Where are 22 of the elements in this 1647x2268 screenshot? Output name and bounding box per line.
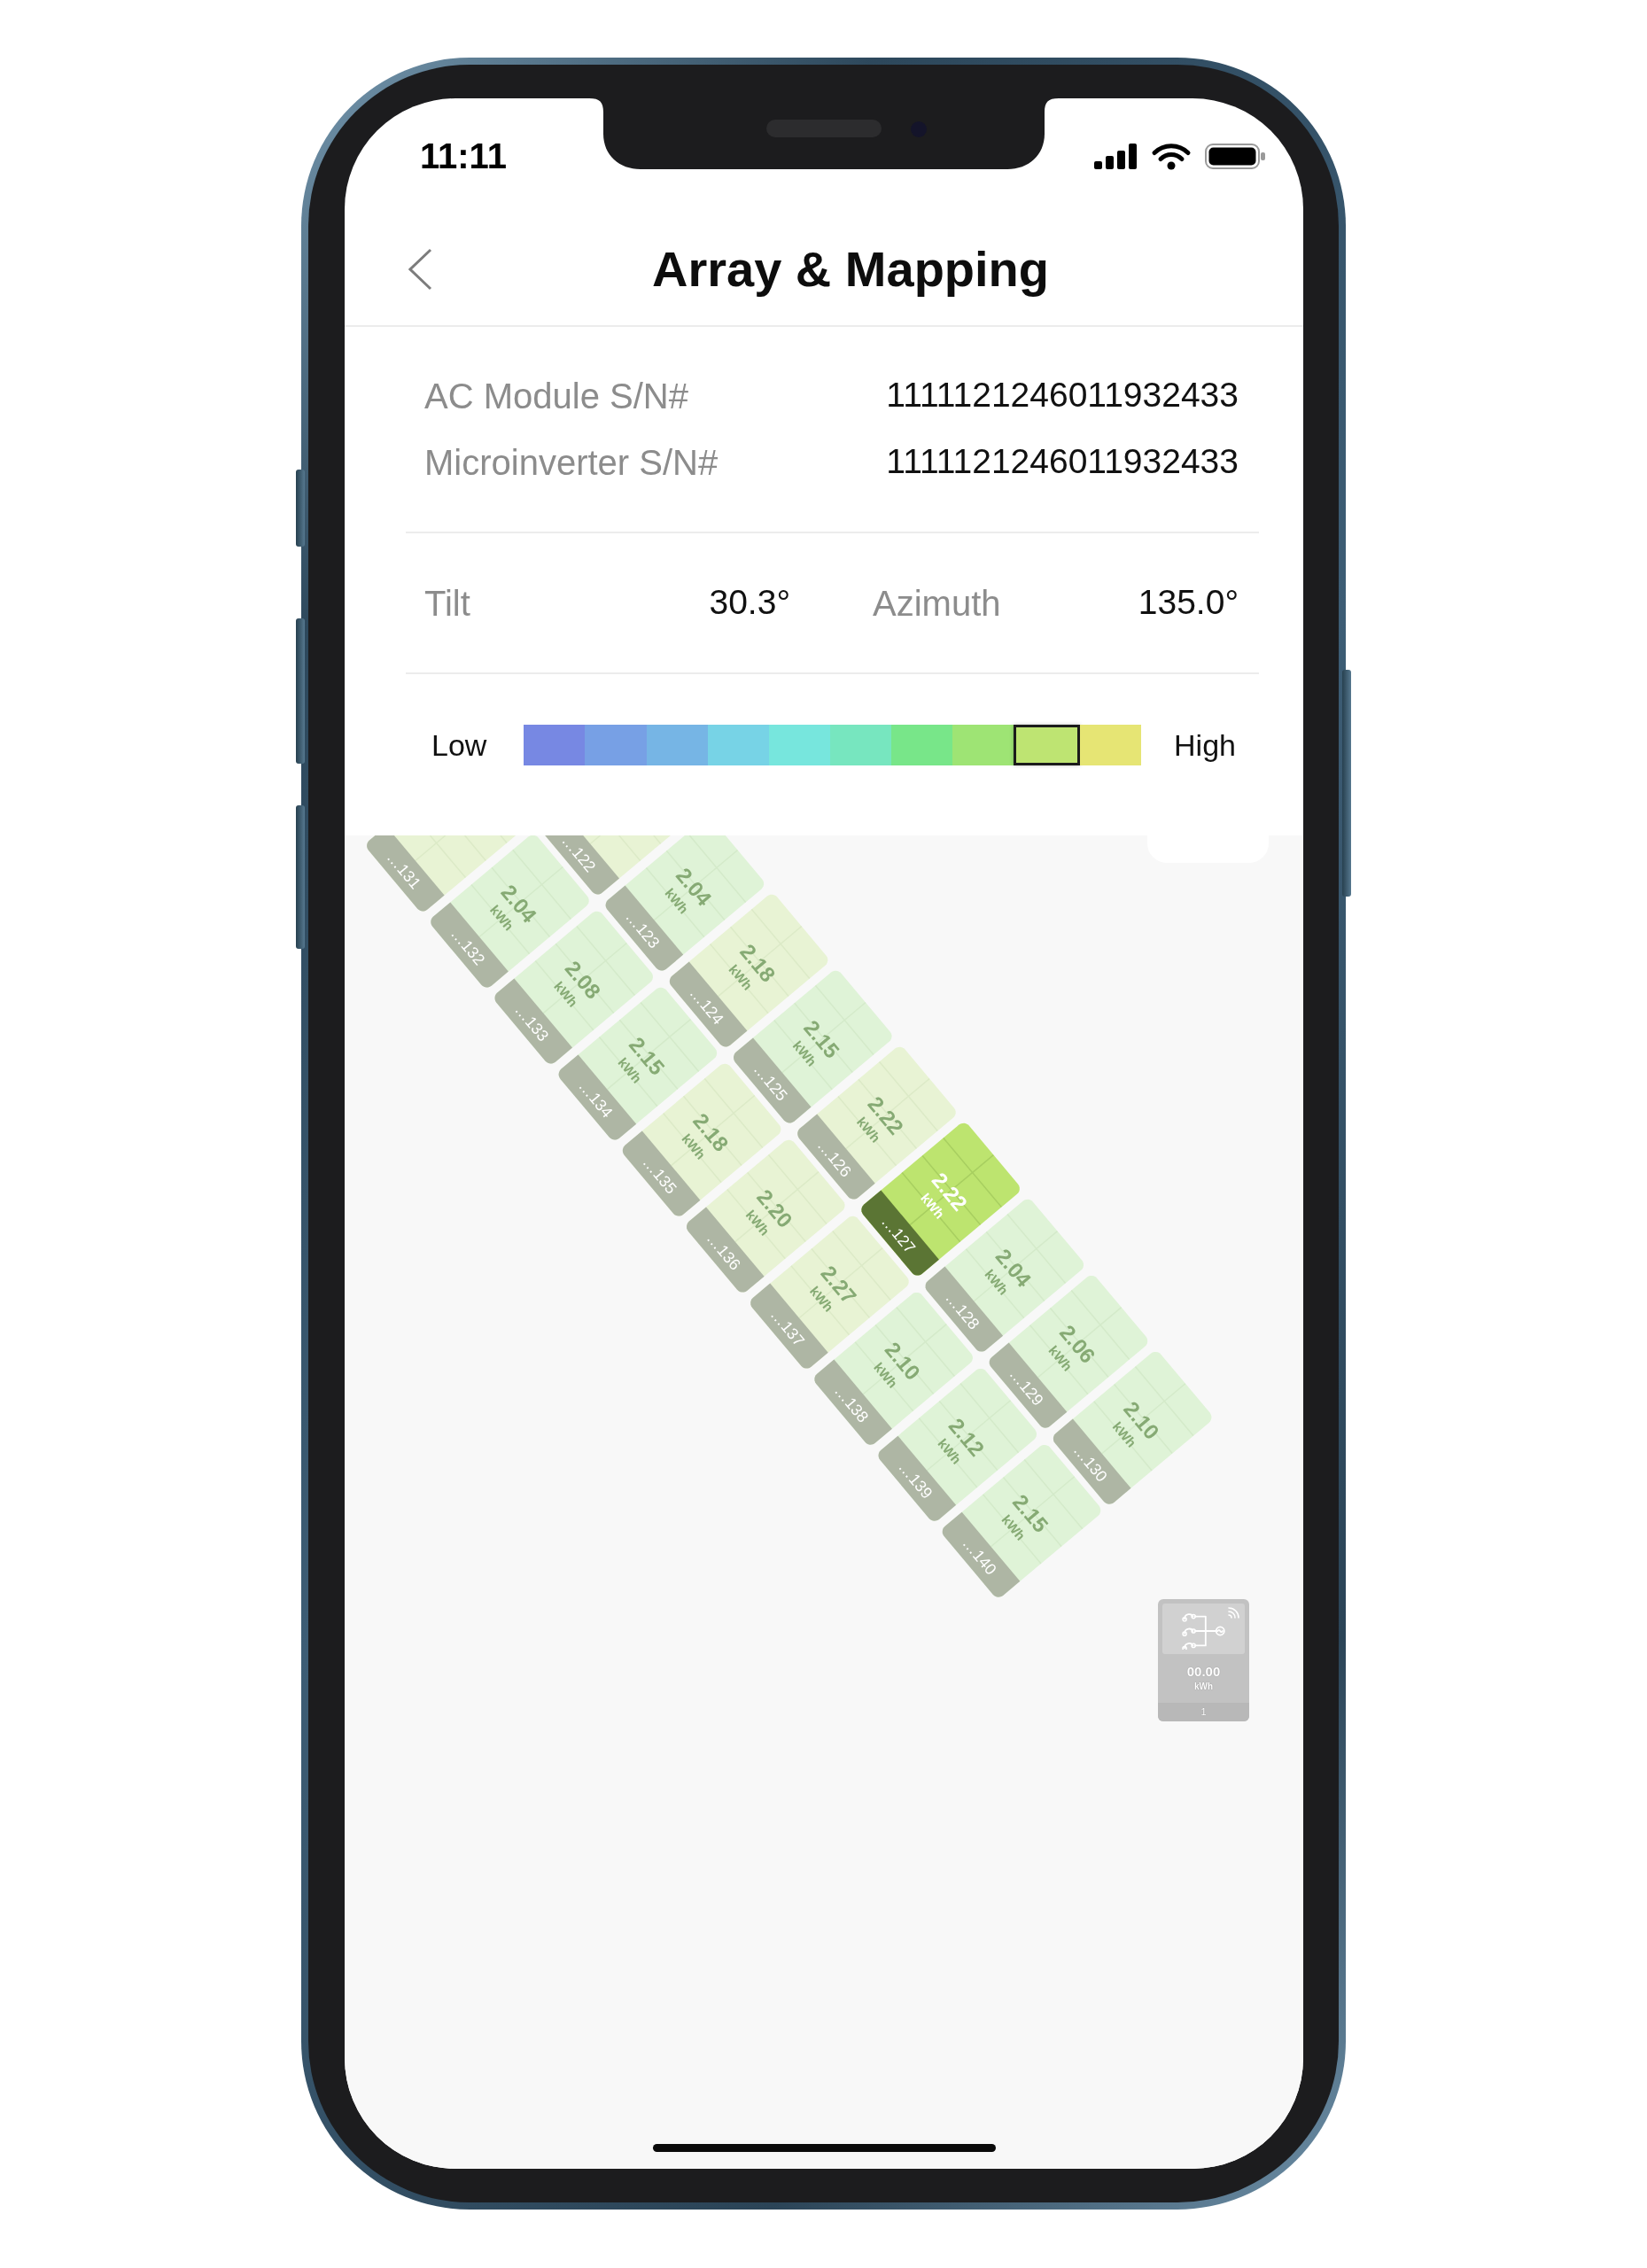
gateway-energy-unit: kWh [1193, 1682, 1214, 1692]
page-title: Array & Mapping [651, 240, 1050, 299]
status-time: 11:11 [420, 138, 507, 174]
chevron-left-icon [408, 248, 432, 291]
field-label: AC Module S/N# [424, 375, 688, 417]
field-value: 135.0° [1138, 582, 1239, 624]
legend-high-label: High [1174, 726, 1236, 764]
field-label: Microinverter S/N# [424, 441, 719, 484]
gateway-energy-value: 00.00 [1186, 1664, 1221, 1680]
gateway-count: 1 [1158, 1703, 1249, 1721]
field-value: 1111121246011932433 [886, 375, 1239, 416]
field-label: Tilt [424, 582, 470, 625]
field-value: 30.3° [709, 582, 790, 624]
wireless-signal-icon [1227, 1607, 1239, 1619]
signal-icon [1094, 143, 1138, 169]
circuit-icon [1180, 1612, 1227, 1650]
battery-icon [1205, 143, 1266, 169]
legend-low-label: Low [431, 726, 487, 764]
field-label: Azimuth [873, 582, 1001, 625]
wifi-icon [1151, 142, 1192, 170]
gateway-card[interactable]: 00.00 kWh 1 [1158, 1599, 1249, 1721]
field-value: 1111121246011932433 [886, 441, 1239, 483]
